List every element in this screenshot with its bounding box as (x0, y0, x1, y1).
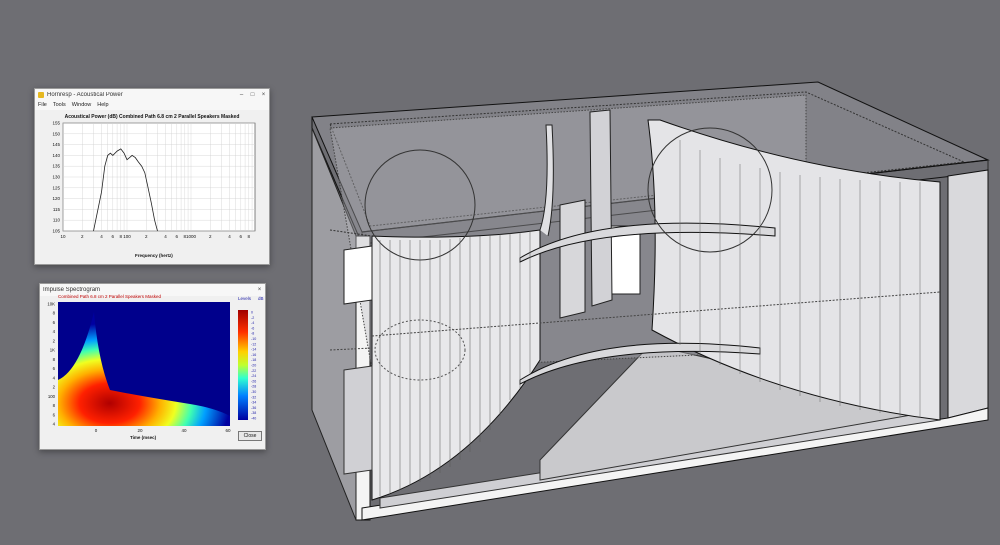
y-tick-label: 115 (53, 207, 61, 212)
x-tick-label: 10 (60, 234, 66, 239)
scale-value: -10 (251, 337, 256, 341)
x-tick-label: 2 (81, 234, 84, 239)
scale-value: -18 (251, 358, 256, 362)
scale-value: -28 (251, 385, 256, 389)
scale-value: -26 (251, 379, 256, 383)
spectro-x-tick: 20 (137, 428, 143, 433)
spectro-y-tick: 2 (53, 385, 56, 390)
spectro-x-axis-label: Time (msec) (130, 435, 157, 440)
scale-value: -4 (251, 321, 254, 325)
spectro-x-tick: 40 (181, 428, 187, 433)
power-window-title: Hornresp - Acoustical Power (47, 92, 123, 98)
x-tick-label: 1000 (186, 234, 197, 239)
impulse-spectrogram-window[interactable]: Impulse Spectrogram × Combined Path 6.8 … (39, 283, 266, 450)
menu-help[interactable]: Help (97, 101, 108, 110)
menu-tools[interactable]: Tools (53, 101, 66, 110)
spectro-y-tick: 6 (53, 366, 56, 371)
scale-value: -8 (251, 332, 254, 336)
maximize-icon[interactable]: □ (247, 89, 258, 101)
scale-value: -22 (251, 369, 256, 373)
scale-value: -2 (251, 316, 254, 320)
scale-value: -20 (251, 364, 256, 368)
spectro-y-tick: 4 (53, 375, 56, 380)
scale-value: -30 (251, 390, 256, 394)
spectrogram-plot[interactable]: 10K86421K86421008640 20 40 600-2-4-6-8-10-1… (40, 300, 265, 450)
enclosure-wireframe (311, 81, 990, 521)
y-tick-label: 110 (53, 218, 61, 223)
y-tick-label: 150 (52, 131, 60, 136)
scale-value: -34 (251, 401, 256, 405)
spectro-x-tick: 0 (95, 428, 98, 433)
y-tick-label: 155 (52, 121, 60, 126)
spectro-y-tick: 8 (53, 357, 56, 362)
x-tick-label: 100 (123, 234, 131, 239)
x-tick-label: 4 (228, 234, 231, 239)
x-tick-label: 6 (176, 234, 179, 239)
x-tick-label: 6 (240, 234, 243, 239)
close-icon[interactable]: × (254, 284, 265, 296)
spectro-y-tick: 100 (48, 394, 56, 399)
x-tick-label: 4 (164, 234, 167, 239)
spectro-y-tick: 4 (53, 422, 56, 427)
spectro-y-tick: 1K (50, 348, 55, 353)
spectro-y-tick: 10K (47, 302, 55, 307)
menu-file[interactable]: File (38, 101, 47, 110)
y-tick-label: 130 (52, 175, 60, 180)
scale-value: -6 (251, 326, 254, 330)
close-button[interactable]: Close (238, 431, 262, 441)
power-x-axis-label: Frequency (hertz) (135, 253, 173, 258)
spectro-x-tick: 60 (225, 428, 231, 433)
spectro-header: Combined Path 6.8 cm 2 Parallel Speakers… (58, 294, 162, 299)
spectro-y-tick: 8 (53, 311, 56, 316)
scale-value: -24 (251, 374, 256, 378)
scale-value: -40 (251, 417, 256, 421)
close-icon[interactable]: × (258, 89, 269, 101)
power-titlebar[interactable]: Hornresp - Acoustical Power – □ × (35, 89, 269, 101)
power-chart[interactable]: 15515014514013513012512011511010510 2 4 6 8 1… (35, 119, 269, 259)
x-tick-label: 8 (120, 234, 123, 239)
hornresp-app-icon (38, 92, 44, 98)
minimize-icon[interactable]: – (236, 89, 247, 101)
scale-value: -12 (251, 342, 256, 346)
x-tick-label: 8 (248, 234, 251, 239)
y-tick-label: 140 (52, 153, 60, 158)
scale-value: -14 (251, 348, 256, 352)
menu-window[interactable]: Window (72, 101, 92, 110)
spectro-y-tick: 8 (53, 403, 56, 408)
spectro-y-tick: 4 (53, 329, 56, 334)
x-tick-label: 2 (145, 234, 148, 239)
y-tick-label: 125 (52, 185, 60, 190)
x-tick-label: 6 (112, 234, 115, 239)
y-tick-label: 135 (52, 164, 60, 169)
x-tick-label: 4 (100, 234, 103, 239)
spectro-window-title: Impulse Spectrogram (43, 287, 101, 293)
spectro-y-tick: 2 (53, 338, 56, 343)
scale-value: -16 (251, 353, 256, 357)
spectrogram-color-scale (238, 310, 248, 420)
y-tick-label: 105 (52, 229, 60, 234)
x-tick-label: 2 (209, 234, 212, 239)
acoustical-power-window[interactable]: Hornresp - Acoustical Power – □ × File T… (34, 88, 270, 265)
cad-viewport[interactable] (0, 0, 1000, 545)
y-tick-label: 145 (52, 142, 60, 147)
scale-value: -36 (251, 406, 256, 410)
spectro-y-tick: 6 (53, 320, 56, 325)
power-menubar: File Tools Window Help (35, 101, 269, 110)
spectro-y-tick: 6 (53, 412, 56, 417)
scale-value: -38 (251, 411, 256, 415)
scale-value: 0 (251, 311, 253, 315)
scale-value: -32 (251, 395, 256, 399)
y-tick-label: 120 (52, 196, 60, 201)
